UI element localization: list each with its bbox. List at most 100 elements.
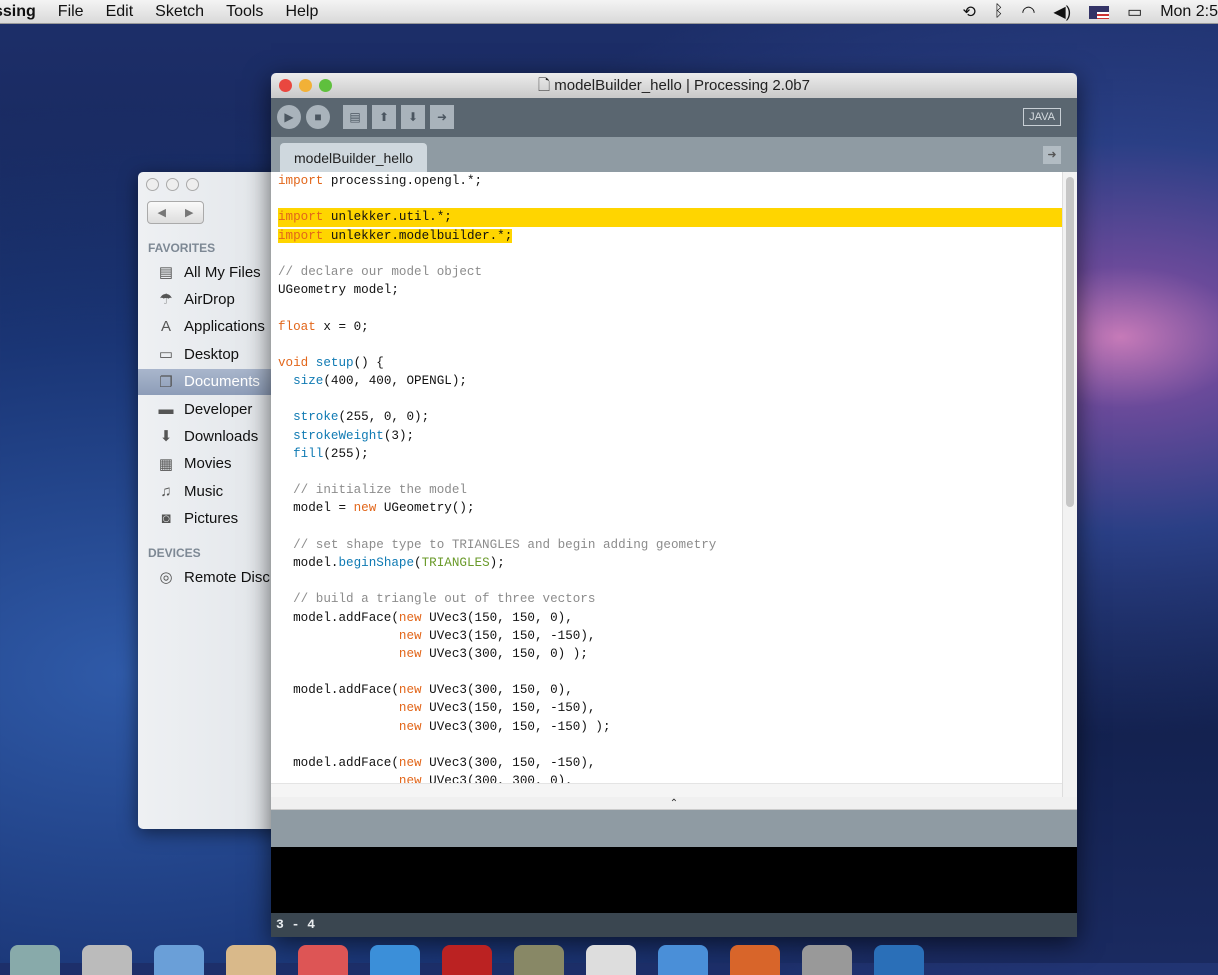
dock-item[interactable]	[874, 945, 924, 975]
sidebar-item-documents[interactable]: ❐ Documents	[138, 368, 288, 395]
sidebar-item-movies[interactable]: ▦ Movies	[138, 451, 288, 477]
code-line[interactable]: float x = 0;	[278, 318, 716, 336]
code-line[interactable]: size(400, 400, OPENGL);	[278, 372, 716, 390]
bluetooth-icon[interactable]: ᛒ	[994, 3, 1004, 21]
dock-item[interactable]	[298, 945, 348, 975]
code-line[interactable]: ​	[278, 299, 716, 317]
code-token: x = 0;	[315, 319, 369, 334]
us-flag-icon[interactable]	[1089, 5, 1110, 19]
dock-item[interactable]	[370, 945, 420, 975]
dock-item[interactable]	[154, 945, 204, 975]
code-token: // set shape type to TRIANGLES and begin…	[278, 537, 717, 552]
code-line[interactable]: // initialize the model	[278, 481, 716, 499]
code-line[interactable]: // set shape type to TRIANGLES and begin…	[278, 536, 716, 554]
code-line[interactable]: UGeometry model;	[278, 281, 716, 299]
dock-item[interactable]	[442, 945, 492, 975]
dock-item[interactable]	[730, 945, 780, 975]
code-line[interactable]: ​	[278, 572, 716, 590]
clock[interactable]: Mon 2:5	[1160, 3, 1218, 21]
menu-help[interactable]: Help	[285, 3, 318, 21]
code-line[interactable]: new UVec3(150, 150, -150),	[278, 699, 716, 717]
code-line[interactable]: void setup() {	[278, 354, 716, 372]
save-button[interactable]: ⬇	[401, 105, 425, 129]
code-line[interactable]: model = new UGeometry();	[278, 499, 716, 517]
code-line[interactable]: import unlekker.util.*;	[278, 208, 1077, 227]
sidebar-item-pictures[interactable]: ◙ Pictures	[138, 506, 288, 532]
code-line[interactable]: ​	[278, 245, 716, 263]
console-splitter[interactable]: ⌃	[271, 797, 1077, 810]
export-button[interactable]: ➜	[430, 105, 454, 129]
caret-up-icon[interactable]: ⌃	[670, 798, 678, 809]
zoom-button[interactable]	[319, 79, 332, 92]
menu-sketch[interactable]: Sketch	[155, 3, 204, 21]
code-line[interactable]: new UVec3(300, 150, -150) );	[278, 718, 716, 736]
time-machine-icon[interactable]: ⟲	[962, 2, 975, 22]
dock-item[interactable]	[82, 945, 132, 975]
code-text[interactable]: import processing.opengl.*;​import unlek…	[278, 172, 1077, 790]
code-line[interactable]: model.addFace(new UVec3(300, 150, 0),	[278, 681, 716, 699]
code-line[interactable]: ​	[278, 463, 716, 481]
dock-item[interactable]	[658, 945, 708, 975]
code-line[interactable]: fill(255);	[278, 445, 716, 463]
code-token: fill	[293, 446, 324, 461]
wifi-icon[interactable]: ◠	[1021, 2, 1035, 22]
code-line[interactable]: new UVec3(150, 150, -150),	[278, 627, 716, 645]
dock-item[interactable]	[514, 945, 564, 975]
code-line[interactable]: ​	[278, 736, 716, 754]
code-line[interactable]: // declare our model object	[278, 263, 716, 281]
sidebar-item-airdrop[interactable]: ☂ AirDrop	[138, 286, 288, 312]
code-line[interactable]: new UVec3(300, 150, 0) );	[278, 645, 716, 663]
toolbar: ▶ ■ ▤ ⬆ ⬇ ➜ JAVA	[271, 98, 1077, 137]
sidebar-item-desktop[interactable]: ▭ Desktop	[138, 341, 288, 367]
open-button[interactable]: ⬆	[372, 105, 396, 129]
code-line[interactable]: ​	[278, 390, 716, 408]
code-line[interactable]: ​	[278, 518, 716, 536]
sidebar-item-developer[interactable]: ▬ Developer	[138, 396, 288, 422]
menu-file[interactable]: File	[58, 3, 84, 21]
stop-button[interactable]: ■	[306, 105, 330, 129]
sidebar-item-downloads[interactable]: ⬇ Downloads	[138, 423, 288, 449]
minimize-button[interactable]	[299, 79, 312, 92]
battery-icon[interactable]: ▭	[1127, 2, 1142, 22]
horizontal-scrollbar[interactable]	[271, 783, 1062, 797]
code-line[interactable]: strokeWeight(3);	[278, 427, 716, 445]
sidebar-item-applications[interactable]: A Applications	[138, 314, 288, 340]
code-line[interactable]: model.addFace(new UVec3(150, 150, 0),	[278, 609, 716, 627]
forward-icon[interactable]: ▶	[185, 206, 193, 219]
code-line[interactable]: import processing.opengl.*;	[278, 172, 716, 190]
code-line[interactable]: stroke(255, 0, 0);	[278, 408, 716, 426]
code-editor[interactable]: import processing.opengl.*;​import unlek…	[271, 172, 1077, 797]
back-icon[interactable]: ◀	[158, 206, 166, 219]
finder-window-controls[interactable]	[146, 178, 199, 191]
dock-item[interactable]	[10, 945, 60, 975]
run-button[interactable]: ▶	[277, 105, 301, 129]
menu-tools[interactable]: Tools	[226, 3, 263, 21]
scroll-thumb[interactable]	[1066, 177, 1074, 507]
sidebar-item-music[interactable]: ♫ Music	[138, 478, 288, 504]
close-button[interactable]	[279, 79, 292, 92]
menu-edit[interactable]: Edit	[106, 3, 134, 21]
console[interactable]	[271, 847, 1077, 913]
tab-modelbuilder-hello[interactable]: modelBuilder_hello	[280, 143, 428, 172]
new-button[interactable]: ▤	[343, 105, 367, 129]
menu-app[interactable]: ssing	[0, 3, 36, 21]
code-line[interactable]: ​	[278, 663, 716, 681]
code-token: model.addFace(	[278, 610, 399, 625]
code-line[interactable]: ​	[278, 190, 716, 208]
code-line[interactable]: import unlekker.modelbuilder.*;	[278, 227, 716, 245]
sidebar-item-all-my-files[interactable]: ▤ All My Files	[138, 259, 288, 285]
vertical-scrollbar[interactable]	[1062, 172, 1077, 797]
volume-icon[interactable]: ◀)	[1053, 2, 1071, 22]
code-line[interactable]: model.beginShape(TRIANGLES);	[278, 554, 716, 572]
dock-item[interactable]	[226, 945, 276, 975]
code-line[interactable]: ​	[278, 336, 716, 354]
dock-item[interactable]	[802, 945, 852, 975]
code-line[interactable]: // build a triangle out of three vectors	[278, 590, 716, 608]
dock-item[interactable]	[586, 945, 636, 975]
code-line[interactable]: model.addFace(new UVec3(300, 150, -150),	[278, 754, 716, 772]
sidebar-item-remote-disc[interactable]: ◎ Remote Disc	[138, 564, 288, 590]
mode-button[interactable]: JAVA	[1023, 108, 1061, 126]
back-forward-button[interactable]: ◀ ▶	[147, 201, 204, 224]
tab-menu-arrow-icon[interactable]: ➜	[1043, 146, 1061, 164]
